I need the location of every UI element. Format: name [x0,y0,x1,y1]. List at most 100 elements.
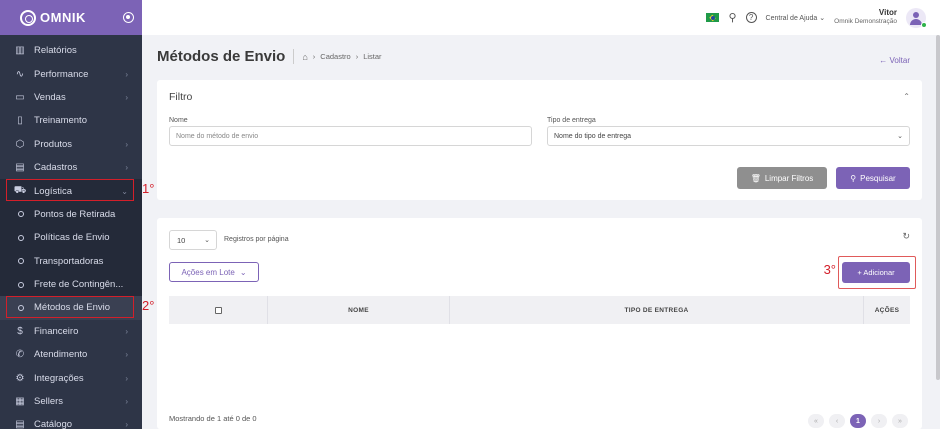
column-tipo-entrega[interactable]: TIPO DE ENTREGA [450,296,864,324]
per-page-label: Registros por página [224,236,289,243]
column-nome[interactable]: NOME [268,296,450,324]
sidebar-item-politicas-de-envio[interactable]: Políticas de Envio [0,226,142,250]
select-all-checkbox[interactable] [214,306,222,314]
filter-title: Filtro [169,91,193,103]
sidebar-item-pontos-de-retirada[interactable]: Pontos de Retirada [0,202,142,227]
chevron-down-icon: ⌄ [204,237,210,244]
pagination: « ‹ 1 › » [808,414,908,428]
activity-icon: ∿ [15,68,25,80]
per-page-select[interactable]: 10 ⌄ [169,230,217,250]
sidebar-item-treinamento[interactable]: ▯ Treinamento [0,109,142,132]
search-icon[interactable]: ⚲ [728,11,736,24]
per-page-value: 10 [177,235,186,245]
step-marker-1: 1° [142,181,155,196]
help-center-menu[interactable]: Central de Ajuda ⌄ [766,14,826,22]
breadcrumb-separator-icon: › [355,52,359,61]
sidebar-item-produtos[interactable]: ⬡ Produtos › [0,133,142,156]
delivery-type-value: Nome do tipo de entrega [554,132,632,140]
sidebar-item-cadastros[interactable]: ▤ Cadastros › [0,156,142,179]
chevron-right-icon: › [125,397,128,407]
sidebar-item-transportadoras[interactable]: Transportadoras [0,249,142,273]
breadcrumb-cadastro[interactable]: Cadastro [320,52,350,61]
help-icon[interactable]: ? [745,12,757,23]
chevron-down-icon: ⌄ [819,14,826,22]
add-button[interactable]: + Adicionar [842,262,910,283]
first-page-icon[interactable]: « [808,414,824,428]
prev-page-icon[interactable]: ‹ [829,414,845,428]
search-button[interactable]: ⚲ Pesquisar [836,167,910,189]
sidebar-item-label: Treinamento [34,115,87,127]
logo-bar: omnik [0,0,142,35]
chevron-up-icon[interactable]: ⌃ [903,92,910,101]
home-icon[interactable]: ⌂ [302,52,307,62]
sidebar-item-financeiro[interactable]: $ Financeiro › [0,320,142,343]
sidebar-item-catalogo[interactable]: ▤ Catálogo › [0,413,142,429]
page-header: Métodos de Envio ⌂ › Cadastro › Listar [157,48,382,65]
sidebar-item-performance[interactable]: ∿ Performance › [0,62,142,85]
page-current[interactable]: 1 [850,414,866,428]
brand-name: omnik [40,10,86,25]
sidebar-item-sellers[interactable]: ▦ Sellers › [0,390,142,413]
trash-icon: 🗑 [750,173,761,183]
sidebar-item-label: Políticas de Envio [34,232,110,244]
online-status-icon [921,21,927,28]
back-link[interactable]: ← Voltar [879,56,910,65]
name-field-label: Nome [169,117,188,124]
clear-filters-label: Limpar Filtros [764,173,814,183]
search-icon: ⚲ [850,173,857,183]
sidebar-item-label: Integrações [34,372,84,384]
refresh-icon[interactable]: ↻ [902,231,910,242]
divider [293,49,295,64]
type-field-label: Tipo de entrega [547,117,596,124]
box-icon: ⬡ [15,138,25,150]
bullet-icon [18,258,24,265]
sidebar-item-label: Performance [34,68,89,80]
sidebar-item-label: Produtos [34,138,73,150]
chevron-right-icon: › [125,326,128,336]
top-bar: ⚲ ? Central de Ajuda ⌄ Vitor Omnik Demon… [142,0,940,35]
page-scrollbar[interactable] [936,35,940,380]
phone-icon: ✆ [15,349,25,361]
avatar[interactable] [906,7,927,28]
brand-logo[interactable]: omnik [20,9,86,26]
back-label: Voltar [889,56,910,65]
dollar-icon: $ [17,325,23,337]
name-input[interactable]: Nome do método de envio [169,126,532,146]
chevron-right-icon: › [125,350,128,360]
delivery-type-select[interactable]: Nome do tipo de entrega ⌄ [547,126,910,146]
chevron-down-icon: ⌄ [897,133,903,140]
sidebar-item-frete-de-contingen[interactable]: Frete de Contingên... [0,272,142,297]
sidebar-item-vendas[interactable]: ▭ Vendas › [0,86,142,109]
bulk-actions-label: Ações em Lote [181,267,235,277]
sidebar-toggle-icon[interactable] [123,12,134,23]
metodos-highlight [6,296,134,318]
next-page-icon[interactable]: › [871,414,887,428]
chevron-right-icon: › [125,92,128,102]
table-header: NOME TIPO DE ENTREGA AÇÕES [169,296,910,324]
arrow-left-icon: ← [879,56,888,65]
clear-filters-button[interactable]: 🗑 Limpar Filtros [737,167,827,189]
chevron-right-icon: › [125,420,128,429]
sidebar-item-label: Sellers [34,396,64,408]
sidebar-item-label: Pontos de Retirada [34,208,116,220]
sidebar: omnik ▥ Relatórios ∿ Performance › ▭ Vendas › ▯ T… [0,0,142,429]
column-acoes: AÇÕES [874,306,900,314]
bar-chart-icon: ▥ [15,45,25,57]
sidebar-item-atendimento[interactable]: ✆ Atendimento › [0,343,142,366]
sidebar-item-relatorios[interactable]: ▥ Relatórios [0,39,142,62]
user-info[interactable]: Vitor Omnik Demonstração [834,8,897,27]
step-marker-2: 2° [142,298,155,313]
sidebar-item-label: Relatórios [34,45,77,57]
brazil-flag-icon[interactable] [706,13,720,22]
sidebar-item-integracoes[interactable]: ⚙ Integrações › [0,366,142,389]
bulk-actions-button[interactable]: Ações em Lote ⌄ [169,262,259,282]
last-page-icon[interactable]: » [892,414,908,428]
breadcrumb-listar: Listar [363,52,382,61]
user-company: Omnik Demonstração [834,18,897,26]
step-marker-3: 3° [823,262,836,277]
bullet-icon [18,211,24,218]
settings-icon: ⚙ [15,372,25,384]
pagination-summary: Mostrando de 1 até 0 de 0 [169,414,257,423]
sidebar-item-label: Catálogo [34,419,73,429]
store-icon: ▦ [15,396,25,408]
